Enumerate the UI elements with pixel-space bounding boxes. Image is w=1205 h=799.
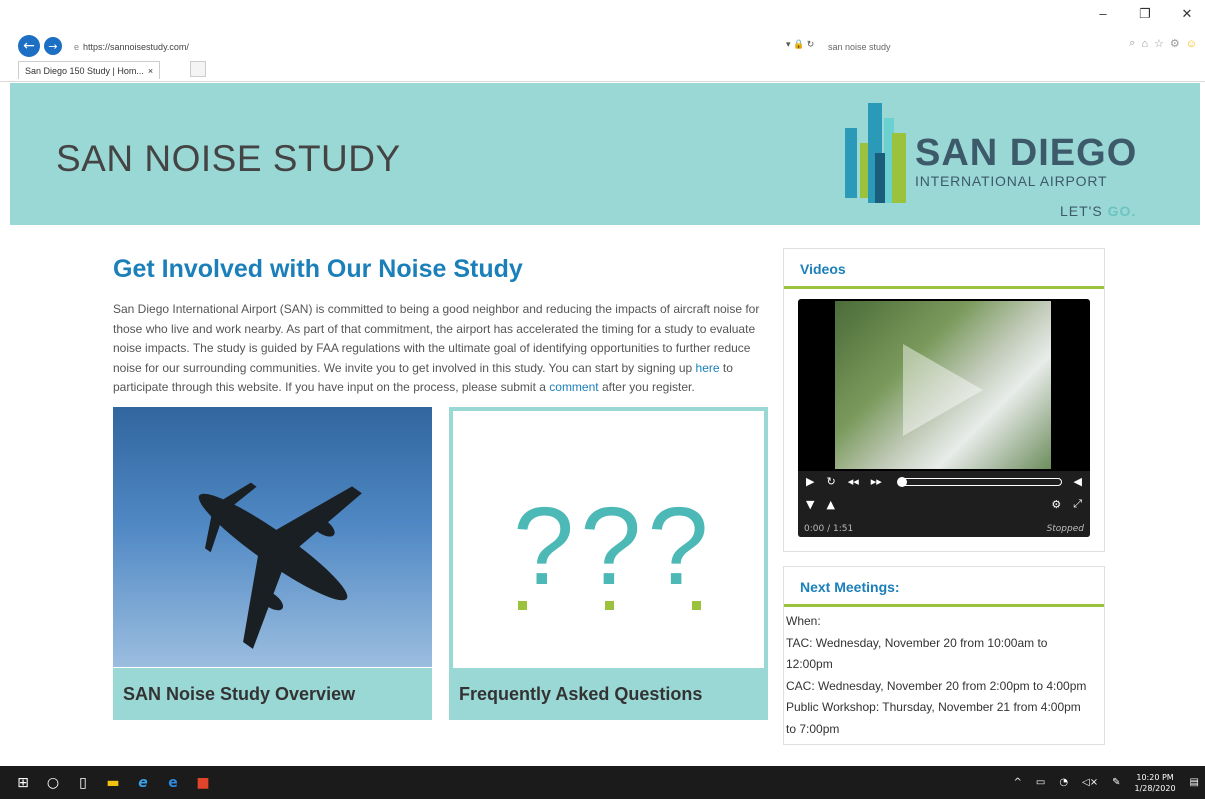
down-icon[interactable]: ▼	[806, 498, 814, 511]
airplane-icon	[198, 482, 362, 649]
meeting-line: TAC: Wednesday, November 20 from 10:00am…	[786, 635, 1048, 672]
meeting-line: Public Workshop: Thursday, November 21 f…	[786, 700, 1081, 736]
replay-icon[interactable]: ↻	[826, 475, 835, 488]
settings-icon[interactable]: ⚙	[1170, 37, 1180, 50]
fullscreen-icon[interactable]: ⤢	[1073, 497, 1082, 511]
meetings-list: When: TAC: Wednesday, November 20 from 1…	[784, 607, 1104, 744]
tab-close-icon[interactable]: ×	[148, 66, 153, 76]
tagline-b: GO.	[1107, 203, 1137, 219]
play-icon[interactable]: ▶	[806, 475, 814, 488]
ie-icon[interactable]: e	[128, 766, 158, 799]
address-bar[interactable]: e https://sannoisestudy.com/	[74, 39, 674, 55]
office-icon[interactable]: ■	[188, 766, 218, 799]
page-heading: Get Involved with Our Noise Study	[113, 255, 523, 283]
search-input[interactable]: san noise study	[828, 39, 1088, 55]
main-content: Get Involved with Our Noise Study San Di…	[113, 255, 768, 720]
meetings-title: Next Meetings:	[784, 567, 1104, 607]
system-tray: ^ ▭ ◔ ◁× ✎ 10:20 PM 1/28/2020 ▤	[1013, 766, 1199, 799]
question-dots	[518, 600, 701, 610]
chevron-up-icon[interactable]: ^	[1013, 777, 1021, 788]
clock-date: 1/28/2020	[1134, 783, 1176, 793]
videos-widget: Videos ▶ ↻ ◂◂ ▸▸ ◀ ▼ ▲ ⚙ ⤢ 0:00 / 1:51 S…	[783, 248, 1105, 552]
question-marks: ???	[513, 484, 715, 608]
logo-tagline: LET'S GO.	[1060, 203, 1136, 219]
notifications-icon[interactable]: ▤	[1190, 777, 1199, 788]
search-taskbar-icon[interactable]: ○	[38, 766, 68, 799]
forward-button[interactable]: →	[44, 37, 62, 55]
tagline-a: LET'S	[1060, 203, 1108, 219]
task-view-icon[interactable]: ▯	[68, 766, 98, 799]
wifi-icon[interactable]: ◔	[1059, 777, 1068, 788]
video-status: Stopped	[1046, 524, 1084, 534]
feature-cards: SAN Noise Study Overview ??? Frequently …	[113, 406, 768, 720]
overview-card-label[interactable]: SAN Noise Study Overview	[113, 667, 432, 720]
tab-title: San Diego 150 Study | Hom...	[25, 65, 144, 76]
start-icon[interactable]: ⊞	[8, 766, 38, 799]
video-controls: ▶ ↻ ◂◂ ▸▸ ◀ ▼ ▲ ⚙ ⤢ 0:00 / 1:51 Stopped	[798, 471, 1090, 537]
progress-slider[interactable]	[896, 476, 1062, 487]
site-title[interactable]: SAN NOISE STUDY	[56, 138, 401, 180]
video-player[interactable]: ▶ ↻ ◂◂ ▸▸ ◀ ▼ ▲ ⚙ ⤢ 0:00 / 1:51 Stopped	[798, 299, 1090, 537]
address-tools[interactable]: ▾ 🔒 ↻	[786, 39, 814, 50]
logo-name: SAN DIEGO	[915, 132, 1138, 174]
address-text[interactable]: https://sannoisestudy.com/	[83, 42, 189, 52]
faq-card-label[interactable]: Frequently Asked Questions	[449, 667, 768, 720]
feedback-icon[interactable]: ☺	[1186, 38, 1197, 50]
network-icon[interactable]: ▭	[1036, 777, 1045, 788]
videos-title: Videos	[784, 249, 1104, 289]
taskbar: ⊞ ○ ▯ ▬ e e ■ ^ ▭ ◔ ◁× ✎ 10:20 PM 1/28/2…	[0, 766, 1205, 799]
comment-link[interactable]: comment	[549, 380, 598, 394]
clock-time: 10:20 PM	[1136, 772, 1174, 782]
edge-icon[interactable]: e	[158, 766, 188, 799]
intro-text-3: after you register.	[598, 380, 695, 394]
progress-knob[interactable]	[896, 476, 907, 487]
site-header: SAN NOISE STUDY SAN DIEGO INTERNATIONAL …	[10, 83, 1200, 225]
overview-card[interactable]: SAN Noise Study Overview	[113, 406, 432, 720]
browser-window: – ❐ ✕ ← → e https://sannoisestudy.com/ ▾…	[0, 0, 1205, 799]
back-button[interactable]: ←	[18, 35, 40, 57]
toolbar-icons: ⌕ ⌂ ☆ ⚙ ☺	[1129, 37, 1197, 50]
signup-link[interactable]: here	[696, 361, 720, 375]
logo-subtitle: INTERNATIONAL AIRPORT	[915, 173, 1108, 189]
video-time: 0:00 / 1:51	[804, 524, 854, 534]
speaker-icon[interactable]: ◁×	[1082, 777, 1098, 788]
volume-icon[interactable]: ◀	[1074, 475, 1082, 488]
meeting-line: When:	[786, 614, 821, 628]
browser-chrome: – ❐ ✕ ← → e https://sannoisestudy.com/ ▾…	[0, 0, 1205, 82]
gear-icon[interactable]: ⚙	[1051, 498, 1061, 511]
file-explorer-icon[interactable]: ▬	[98, 766, 128, 799]
close-window-button[interactable]: ✕	[1179, 6, 1195, 22]
pen-icon[interactable]: ✎	[1112, 777, 1120, 788]
clock[interactable]: 10:20 PM 1/28/2020	[1135, 772, 1176, 794]
meeting-line: CAC: Wednesday, November 20 from 2:00pm …	[786, 678, 1087, 693]
window-controls: – ❐ ✕	[1095, 6, 1195, 22]
minimize-button[interactable]: –	[1095, 6, 1111, 22]
page-icon: e	[74, 42, 80, 52]
fast-forward-icon[interactable]: ▸▸	[871, 475, 882, 488]
faq-card[interactable]: ??? Frequently Asked Questions	[449, 406, 768, 720]
search-icon[interactable]: ⌕	[1129, 37, 1135, 50]
favorites-icon[interactable]: ☆	[1154, 37, 1164, 50]
maximize-button[interactable]: ❐	[1137, 6, 1153, 22]
intro-paragraph: San Diego International Airport (SAN) is…	[113, 300, 768, 398]
airplane-photo	[113, 406, 432, 667]
rewind-icon[interactable]: ◂◂	[848, 475, 859, 488]
intro-text-1: San Diego International Airport (SAN) is…	[113, 302, 760, 375]
meetings-widget: Next Meetings: When: TAC: Wednesday, Nov…	[783, 566, 1105, 745]
home-icon[interactable]: ⌂	[1141, 38, 1148, 50]
big-play-icon[interactable]	[903, 344, 983, 436]
browser-tab[interactable]: San Diego 150 Study | Hom... ×	[18, 61, 161, 79]
sidebar: Videos ▶ ↻ ◂◂ ▸▸ ◀ ▼ ▲ ⚙ ⤢ 0:00 / 1:51 S…	[783, 248, 1105, 745]
new-tab-button[interactable]	[190, 61, 206, 77]
up-icon[interactable]: ▲	[826, 498, 834, 511]
